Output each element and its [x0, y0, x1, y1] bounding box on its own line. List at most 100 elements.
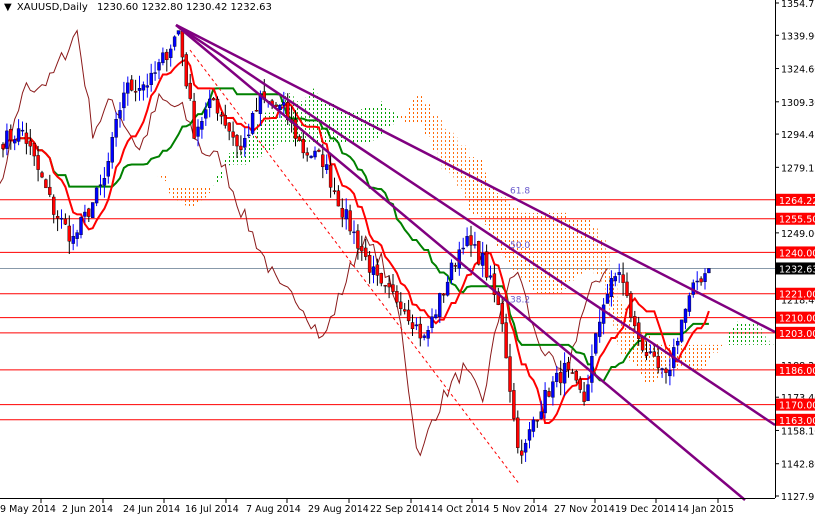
candle-body [504, 322, 508, 359]
candle-body [395, 291, 399, 303]
candle-body [356, 230, 360, 249]
candle-body [321, 154, 325, 168]
candle-body [469, 235, 473, 246]
candle-body [204, 109, 208, 119]
ichimoku-cloud-segment [219, 170, 224, 179]
ichimoku-cloud-segment [484, 172, 489, 225]
ichimoku-cloud-segment [394, 115, 399, 119]
ichimoku-cloud-segment [613, 282, 618, 328]
ichimoku-cloud-segment [738, 322, 743, 345]
candle-body [133, 91, 138, 93]
candle-body [180, 31, 185, 58]
ichimoku-cloud-segment [730, 326, 735, 345]
ichimoku-cloud-segment [192, 186, 197, 208]
candle-body [633, 316, 637, 327]
candle-body [648, 351, 653, 353]
candle-body [149, 72, 153, 85]
candle-body [508, 356, 512, 392]
candle-body [559, 372, 563, 384]
candle-body [94, 187, 99, 204]
candle-body [250, 113, 255, 134]
candle-body [215, 99, 220, 114]
candle-body [699, 278, 703, 283]
candle-body [449, 262, 454, 281]
candle-body [168, 48, 173, 58]
ichimoku-cloud-segment [465, 145, 470, 198]
ichimoku-cloud-segment [410, 99, 415, 124]
ichimoku-cloud-segment [437, 118, 442, 159]
candle-body [192, 100, 196, 139]
candle-body [126, 82, 130, 94]
candle-body [278, 104, 282, 110]
ichimoku-cloud-segment [706, 344, 711, 360]
ichimoku-cloud-segment [203, 186, 208, 198]
price-chart[interactable]: 61.8 50.0 38.2 1354.75 1339.90 1324.60 1309.3… [0, 0, 815, 516]
level-price-label: 1240.00 [779, 248, 815, 259]
candle-body [106, 161, 111, 177]
candle-body [67, 225, 72, 242]
candle-body [629, 292, 633, 318]
candle-body [387, 283, 391, 288]
candle-body [434, 314, 438, 318]
x-tick-label: 19 Dec 2014 [615, 504, 676, 515]
candle-body [114, 119, 118, 138]
candle-body [254, 110, 259, 112]
candle-body [605, 294, 610, 304]
candle-body [36, 155, 40, 170]
candle-body [231, 131, 235, 138]
candle-body [578, 378, 582, 390]
y-tick-label: 1354.75 [781, 0, 815, 10]
candle-body [83, 211, 87, 217]
candle-body [473, 244, 477, 246]
candle-body [426, 330, 430, 339]
ichimoku-cloud-segment [480, 158, 485, 218]
candle-body [157, 62, 161, 71]
candle-body [137, 88, 142, 91]
candle-body [383, 285, 387, 287]
candle-body [207, 98, 212, 108]
ichimoku-cloud-segment [691, 344, 696, 370]
ichimoku-cloud-segment [597, 238, 602, 276]
candle-body [325, 164, 329, 170]
candle-body [44, 179, 48, 189]
dropdown-triangle-icon[interactable]: ▼ [4, 2, 12, 13]
ichimoku-cloud-segment [215, 175, 220, 183]
candle-body [430, 316, 434, 328]
x-tick-label: 22 Sep 2014 [370, 504, 430, 515]
candle-body [48, 186, 52, 195]
ichimoku-cloud-segment [184, 186, 189, 206]
ichimoku-cloud-segment [363, 106, 368, 143]
trend-line[interactable] [175, 23, 776, 427]
candle-body [118, 110, 122, 119]
ichimoku-cloud-segment [710, 344, 715, 353]
candle-body [20, 129, 25, 132]
candle-body [531, 419, 536, 432]
ichimoku-cloud-segment [199, 186, 204, 201]
ichimoku-cloud-segment [398, 114, 403, 119]
ichimoku-cloud-segment [589, 226, 594, 270]
ichimoku-cloud-segment [188, 186, 193, 208]
candle-body [609, 278, 614, 298]
ichimoku-cloud-segment [531, 212, 536, 291]
ichimoku-cloud-segment [769, 342, 774, 345]
ichimoku-cloud-segment [418, 96, 423, 124]
candle-body [656, 355, 660, 368]
candle-body [617, 272, 621, 275]
ichimoku-cloud-segment [566, 219, 571, 282]
level-price-label: 1203.00 [779, 329, 815, 340]
level-price-label: 1170.00 [779, 401, 815, 412]
candle-body [601, 304, 606, 324]
level-price-label: 1264.22 [779, 196, 815, 207]
candle-body [282, 102, 286, 106]
ichimoku-cloud-segment [168, 186, 173, 194]
candle-body [414, 324, 419, 327]
y-tick-label: 1339.90 [781, 31, 815, 42]
ichimoku-cloud-segment [430, 114, 434, 152]
candle-body [110, 137, 114, 163]
trend-line[interactable] [175, 24, 746, 501]
candle-body [246, 134, 251, 137]
candle-body [566, 361, 571, 370]
candle-body [590, 356, 594, 383]
candle-body [227, 122, 231, 132]
ichimoku-cloud-segment [355, 111, 360, 143]
